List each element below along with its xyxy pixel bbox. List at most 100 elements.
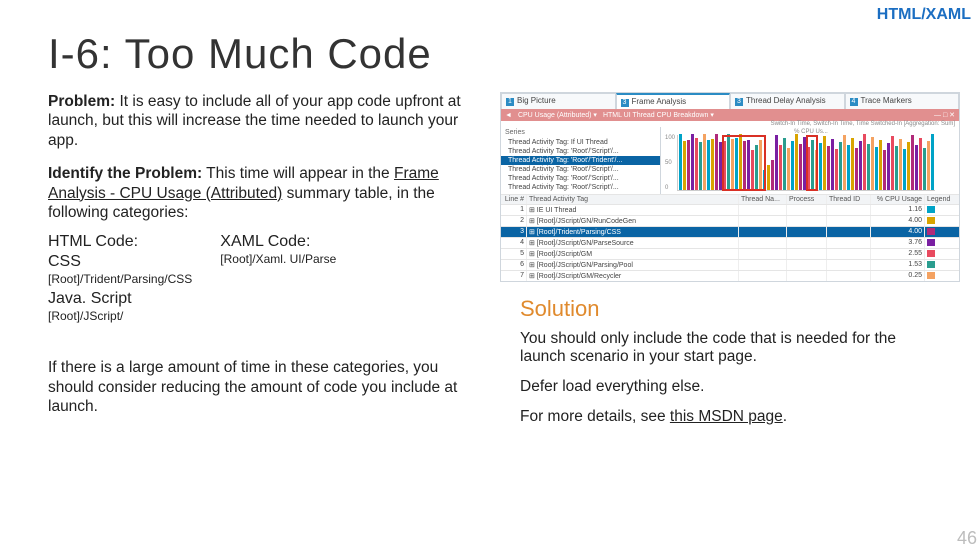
table-row[interactable]: 1⊞ IE UI Thread1.16 [501, 204, 959, 215]
graph-bar [895, 146, 898, 190]
profiler-tab[interactable]: 3Thread Delay Analysis [730, 93, 845, 109]
problem-block: Problem: It is easy to include all of yo… [48, 92, 488, 150]
graph-bar [915, 145, 918, 190]
js-label: Java. Script [48, 289, 192, 309]
graph-bar [879, 140, 882, 190]
graph-bar [863, 134, 866, 190]
graph-bar [767, 165, 770, 190]
col-tag: Thread Activity Tag [527, 195, 739, 204]
left-column: Problem: It is easy to include all of yo… [48, 92, 488, 438]
solution-p1: You should only include the code that is… [520, 330, 920, 366]
profiler-tab[interactable]: 3Frame Analysis [616, 93, 731, 109]
graph-bar [795, 134, 798, 190]
graph-bar [907, 142, 910, 190]
graph-highlight-1 [722, 135, 766, 191]
toolbar-view[interactable]: HTML UI Thread CPU Breakdown [603, 111, 714, 119]
profiler-tabs: 1Big Picture3Frame Analysis3Thread Delay… [501, 93, 959, 109]
graph-bar [843, 135, 846, 190]
series-row[interactable]: Thread Activity Tag: If UI Thread [501, 138, 660, 147]
axis-tick-100: 100 [665, 135, 675, 141]
table-row[interactable]: 5⊞ [Root]/JScript/GM2.55 [501, 248, 959, 259]
identify-label: Identify the Problem: [48, 165, 202, 182]
slide-title: I-6: Too Much Code [48, 30, 979, 78]
col-tn: Thread Na... [739, 195, 787, 204]
series-row[interactable]: Thread Activity Tag: 'Root'/'Script'/... [501, 174, 660, 183]
graph-bar [799, 144, 802, 190]
profiler-tab[interactable]: 1Big Picture [501, 93, 616, 109]
graph-bar [911, 135, 914, 190]
col-cpu: % CPU Usage [871, 195, 925, 204]
solution-p3b: . [783, 408, 787, 425]
graph-bar [703, 134, 706, 190]
graph-panel: % CPU Us... 100 50 0 [661, 127, 959, 194]
xaml-code-label: XAML Code: [220, 232, 336, 252]
graph-bar [679, 134, 682, 190]
table-row[interactable]: 6⊞ [Root]/JScript/GN/Parsing/Pool1.53 [501, 259, 959, 270]
graph-bar [887, 143, 890, 190]
graph-bar [835, 149, 838, 190]
graph-bar [851, 138, 854, 190]
right-column: 1Big Picture3Frame Analysis3Thread Delay… [500, 92, 960, 438]
graph-bar [695, 138, 698, 190]
graph-bar [931, 134, 934, 190]
series-row[interactable]: Thread Activity Tag: 'Root'/'Script'/... [501, 147, 660, 156]
table-row[interactable]: 2⊞ [Root]/JScript/GN/RunCodeGen4.00 [501, 215, 959, 226]
graph-bar [855, 148, 858, 190]
graph-bar [687, 140, 690, 190]
series-panel: Series Thread Activity Tag: If UI Thread… [501, 127, 661, 194]
css-label: CSS [48, 252, 192, 272]
graph-bar [827, 146, 830, 190]
axis-tick-50: 50 [665, 160, 675, 166]
xaml-path: [Root]/Xaml. UI/Parse [220, 252, 336, 267]
solution-p3: For more details, see this MSDN page. [520, 408, 920, 426]
graph-bar [711, 139, 714, 190]
graph-bar [775, 135, 778, 190]
series-row[interactable]: Thread Activity Tag: 'Root'/'Script'/... [501, 183, 660, 192]
table-row[interactable]: 4⊞ [Root]/JScript/GN/ParseSource3.76 [501, 237, 959, 248]
graph-bar [891, 136, 894, 190]
graph-bar [871, 137, 874, 190]
profiler-tab[interactable]: 4Trace Markers [845, 93, 960, 109]
identify-block: Identify the Problem: This time will app… [48, 164, 488, 222]
html-xaml-tag: HTML/XAML [877, 6, 971, 24]
graph-bar [847, 145, 850, 190]
table-row[interactable]: 3⊞ [Root]/Trident/Parsing/CSS4.00 [501, 226, 959, 237]
profiler-toolbar: ◄ CPU Usage (Attributed) HTML UI Thread … [501, 109, 959, 121]
problem-label: Problem: [48, 93, 115, 110]
graph-bar [707, 140, 710, 190]
graph-bar [783, 138, 786, 190]
graph-bar [691, 134, 694, 190]
graph-bar [819, 143, 822, 190]
grid-header: Line # Thread Activity Tag Thread Na... … [501, 194, 959, 204]
profiler-window: 1Big Picture3Frame Analysis3Thread Delay… [500, 92, 960, 282]
solution-heading: Solution [520, 296, 960, 322]
series-row[interactable]: Thread Activity Tag: 'Root'/'Script'/... [501, 165, 660, 174]
graph-bar [787, 148, 790, 190]
graph-bar [715, 134, 718, 190]
graph-bar [875, 147, 878, 190]
col-line: Line # [501, 195, 527, 204]
graph-bar [699, 142, 702, 190]
graph-bar [927, 141, 930, 190]
series-row[interactable]: Thread Activity Tag: 'Root'/'Trident'/..… [501, 156, 660, 165]
toolbar-mode[interactable]: CPU Usage (Attributed) [518, 111, 597, 119]
col-leg: Legend [925, 195, 959, 204]
graph-bars [677, 135, 935, 191]
graph-bar [683, 141, 686, 190]
identify-text-1: This time will appear in the [202, 165, 394, 182]
solution-p2: Defer load everything else. [520, 378, 920, 396]
graph-bar [883, 150, 886, 190]
series-title: Series [501, 129, 660, 138]
page-number: 46 [957, 528, 977, 549]
msdn-link[interactable]: this MSDN page [670, 408, 783, 425]
graph-bar [779, 145, 782, 190]
graph-bar [831, 139, 834, 190]
graph-bar [867, 144, 870, 190]
graph-bar [839, 142, 842, 190]
html-code-label: HTML Code: [48, 232, 192, 252]
graph-highlight-2 [806, 135, 818, 191]
code-columns: HTML Code: CSS [Root]/Trident/Parsing/CS… [48, 232, 488, 324]
table-row[interactable]: 7⊞ [Root]/JScript/GM/Recycler0.25 [501, 270, 959, 281]
solution-p3a: For more details, see [520, 408, 670, 425]
graph-bar [903, 149, 906, 190]
